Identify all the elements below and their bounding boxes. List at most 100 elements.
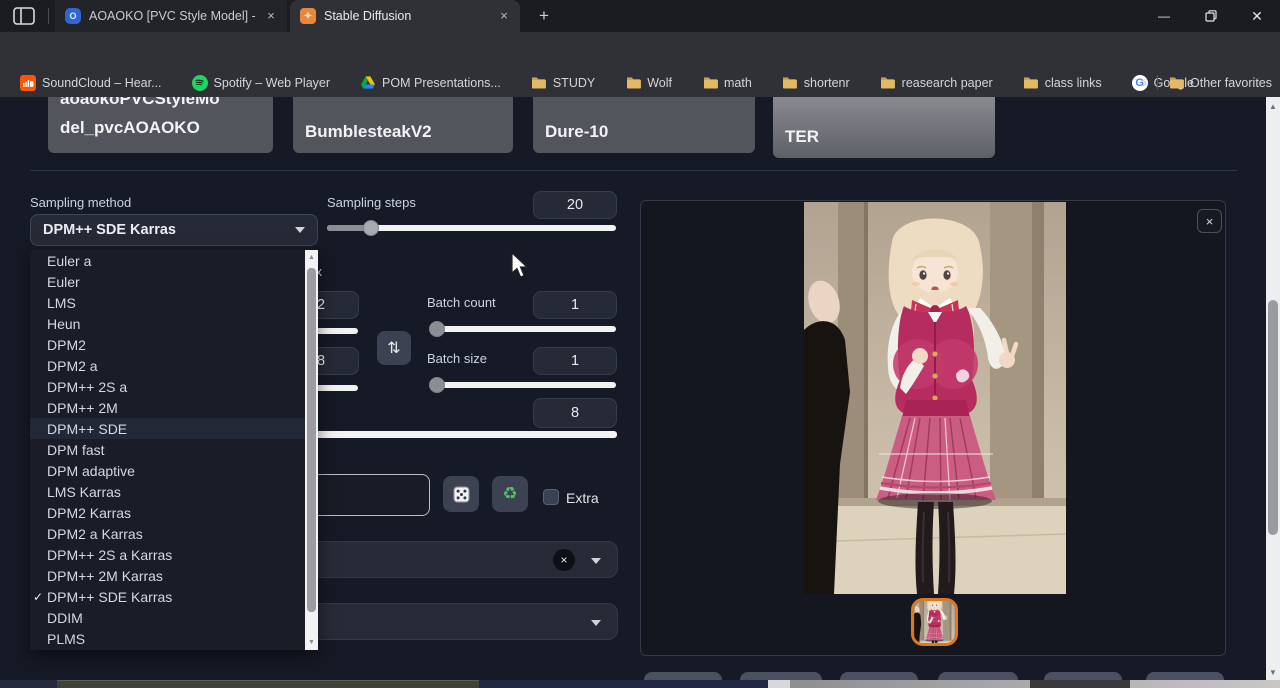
tab-title: AOAOKO [PVC Style Model] - PV [89,9,255,23]
sampler-option[interactable]: DPM++ 2M [30,397,318,418]
slider-handle[interactable] [363,220,379,236]
folder-icon [625,75,641,91]
mouse-cursor [511,252,529,285]
restore-button[interactable] [1188,0,1234,32]
clear-icon[interactable]: × [553,549,575,571]
model-card-ter[interactable]: TER [773,97,995,158]
generated-image[interactable] [804,202,1066,594]
batch-count-label: Batch count [427,295,496,310]
bookmarks-bar: SoundCloud – Hear... Spotify – Web Playe… [0,68,1280,97]
browser-window: O AOAOKO [PVC Style Model] - PV × ✦ Stab… [0,0,1280,688]
divider [1157,75,1158,90]
sampler-option[interactable]: DPM++ SDE [30,418,318,439]
stable-diffusion-page: aoaokoPVCStyleModel_pvcAOAOKO Bumblestea… [0,97,1280,688]
bookmark-math[interactable]: math [702,75,752,91]
bookmark-wolf[interactable]: Wolf [625,75,672,91]
chevron-down-icon [295,227,305,233]
cfg-scale-input[interactable]: 8 [533,398,617,428]
tab-civitai[interactable]: O AOAOKO [PVC Style Model] - PV × [55,0,287,32]
sampler-option[interactable]: DPM2 [30,334,318,355]
extra-checkbox[interactable] [543,489,559,505]
folder-icon [880,75,896,91]
sampler-option[interactable]: DPM++ 2S a [30,376,318,397]
close-icon[interactable]: × [263,8,279,24]
sampler-option[interactable]: Heun [30,313,318,334]
gradio-icon: ✦ [300,8,316,24]
batch-size-input[interactable]: 1 [533,347,617,375]
sampler-option[interactable]: PLMS [30,628,318,649]
minimize-button[interactable]: — [1141,0,1187,32]
sampler-option[interactable]: LMS [30,292,318,313]
sampling-steps-label: Sampling steps [327,195,416,210]
browser-toolbar: ← i 127.0.0.1:7860 A)) ☆+ O » IA AD Y [0,32,1280,68]
model-card-aoaoko[interactable]: aoaokoPVCStyleModel_pvcAOAOKO [48,97,273,153]
batch-count-input[interactable]: 1 [533,291,617,319]
sampling-method-label: Sampling method [30,195,131,210]
folder-icon [782,75,798,91]
swap-dimensions-button[interactable]: ⇅ [377,331,411,365]
bookmark-study[interactable]: STUDY [531,75,595,91]
batch-size-slider[interactable] [430,382,616,388]
close-icon[interactable]: × [496,8,512,24]
folder-icon [531,75,547,91]
chevron-down-icon [591,558,601,564]
drive-icon [360,75,376,91]
tab-stable-diffusion[interactable]: ✦ Stable Diffusion × [290,0,520,32]
civitai-icon: O [65,8,81,24]
background-window-strip [0,680,1280,688]
bookmark-class-links[interactable]: class links [1023,75,1102,91]
slider-handle[interactable] [429,377,445,393]
sampler-option[interactable]: LMS Karras [30,481,318,502]
batch-count-slider[interactable] [430,326,616,332]
sampling-steps-slider[interactable] [327,225,616,231]
sampler-option[interactable]: DDIM [30,607,318,628]
tab-strip: O AOAOKO [PVC Style Model] - PV × ✦ Stab… [0,0,1280,32]
bookmarks-overflow-icon[interactable]: › [1142,74,1147,91]
sampler-option[interactable]: Euler a [30,250,318,271]
folder-icon [1168,75,1184,91]
close-window-button[interactable]: ✕ [1234,0,1280,32]
scrollbar-thumb[interactable] [307,268,316,612]
sampling-method-select[interactable]: DPM++ SDE Karras [30,214,318,246]
slider-handle[interactable] [429,321,445,337]
sampler-option[interactable]: DPM2 Karras [30,502,318,523]
new-tab-button[interactable]: + [532,4,556,28]
sampler-option[interactable]: DPM++ 2M Karras [30,565,318,586]
scroll-up-icon: ▲ [305,254,318,261]
sampler-option-selected[interactable]: ✓DPM++ SDE Karras [30,586,318,607]
sampler-option[interactable]: DPM2 a Karras [30,523,318,544]
reuse-seed-button[interactable]: ♻ [492,476,528,512]
page-scrollbar[interactable]: ▲ ▼ [1266,97,1280,682]
extra-label: Extra [566,490,599,506]
dropdown-scrollbar[interactable]: ▲ ▼ [305,250,318,650]
sampler-option[interactable]: DPM adaptive [30,460,318,481]
sampling-method-dropdown-list: Euler a Euler LMS Heun DPM2 DPM2 a DPM++… [30,250,318,650]
sampling-steps-input[interactable]: 20 [533,191,617,219]
bookmark-shortenr[interactable]: shortenr [782,75,850,91]
bookmark-spotify[interactable]: Spotify – Web Player [192,75,331,91]
chevron-down-icon [591,620,601,626]
bookmark-pom[interactable]: POM Presentations... [360,75,501,91]
close-gallery-icon[interactable]: × [1197,209,1222,233]
gallery-thumbnail-selected[interactable] [911,598,958,646]
result-gallery-panel: × [640,200,1226,656]
model-card-dure10[interactable]: Dure-10 [533,97,755,153]
bookmark-reasearch-paper[interactable]: reasearch paper [880,75,993,91]
sampler-option[interactable]: DPM fast [30,439,318,460]
folder-icon [1023,75,1039,91]
sampler-option[interactable]: DPM++ 2S a Karras [30,544,318,565]
random-seed-button[interactable] [443,476,479,512]
other-favorites[interactable]: Other favorites [1168,75,1272,91]
divider [30,170,1237,171]
sampler-option[interactable]: DPM2 a [30,355,318,376]
sampler-option[interactable]: Euler [30,271,318,292]
workspaces-icon[interactable] [12,6,36,26]
scroll-down-icon: ▼ [305,639,318,646]
bookmark-soundcloud[interactable]: SoundCloud – Hear... [20,75,162,91]
divider [48,8,49,24]
model-card-bumblesteak[interactable]: BumblesteakV2 [293,97,513,153]
batch-size-label: Batch size [427,351,487,366]
tab-title: Stable Diffusion [324,9,488,23]
scrollbar-thumb[interactable] [1268,300,1278,535]
folder-icon [702,75,718,91]
